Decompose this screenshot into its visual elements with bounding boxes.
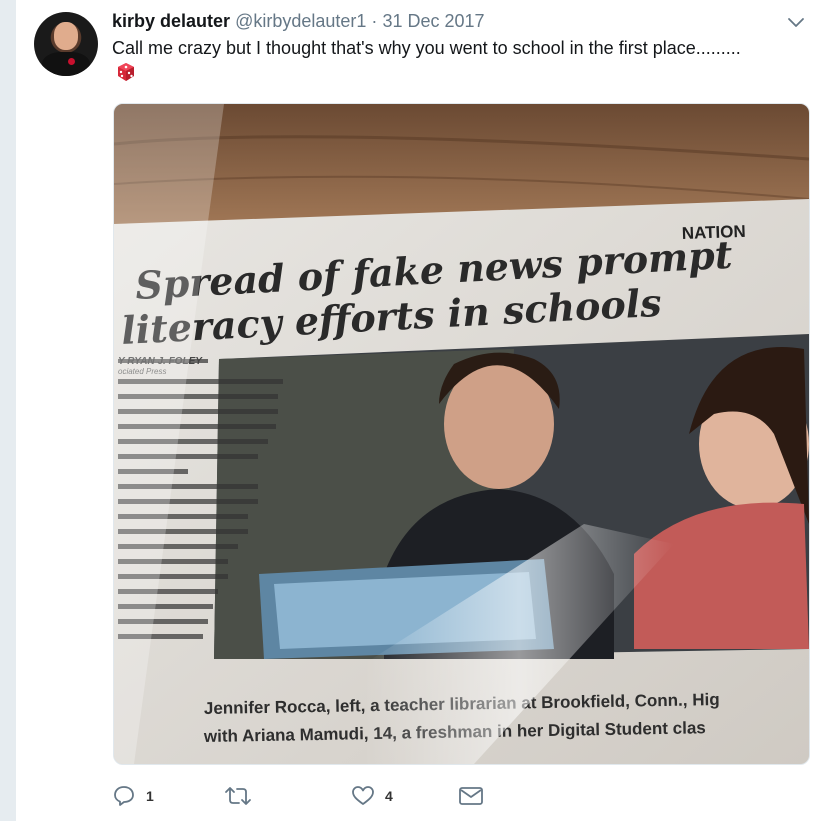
reply-icon [112,784,136,808]
tweet-photo[interactable]: NATION Spread of fake news prompt litera… [113,103,810,765]
tweet-date[interactable]: 31 Dec 2017 [382,11,484,31]
like-count: 4 [385,788,393,804]
author-name[interactable]: kirby delauter [112,11,230,31]
like-button[interactable]: 4 [351,782,393,810]
tweet-text: Call me crazy but I thought that's why y… [112,38,741,58]
heart-icon [351,784,375,808]
game-die-icon [116,62,136,82]
avatar-face [54,22,78,50]
chevron-down-icon[interactable] [786,12,806,32]
tweet-card[interactable]: kirby delauter @kirbydelauter1 · 31 Dec … [16,0,820,821]
tweet-actions: 1 4 [112,782,712,810]
direct-message-button[interactable] [458,782,484,810]
reply-button[interactable]: 1 [112,782,154,810]
avatar-boutonniere [68,58,75,65]
avatar[interactable] [34,12,98,76]
reply-count: 1 [146,788,154,804]
author-handle[interactable]: @kirbydelauter1 [235,11,366,31]
tweet-header: kirby delauter @kirbydelauter1 · 31 Dec … [112,10,485,32]
envelope-icon [458,784,484,808]
avatar-shirt [42,52,90,76]
retweet-icon [224,784,252,808]
header-separator: · [371,11,378,31]
retweet-button[interactable] [224,782,262,810]
